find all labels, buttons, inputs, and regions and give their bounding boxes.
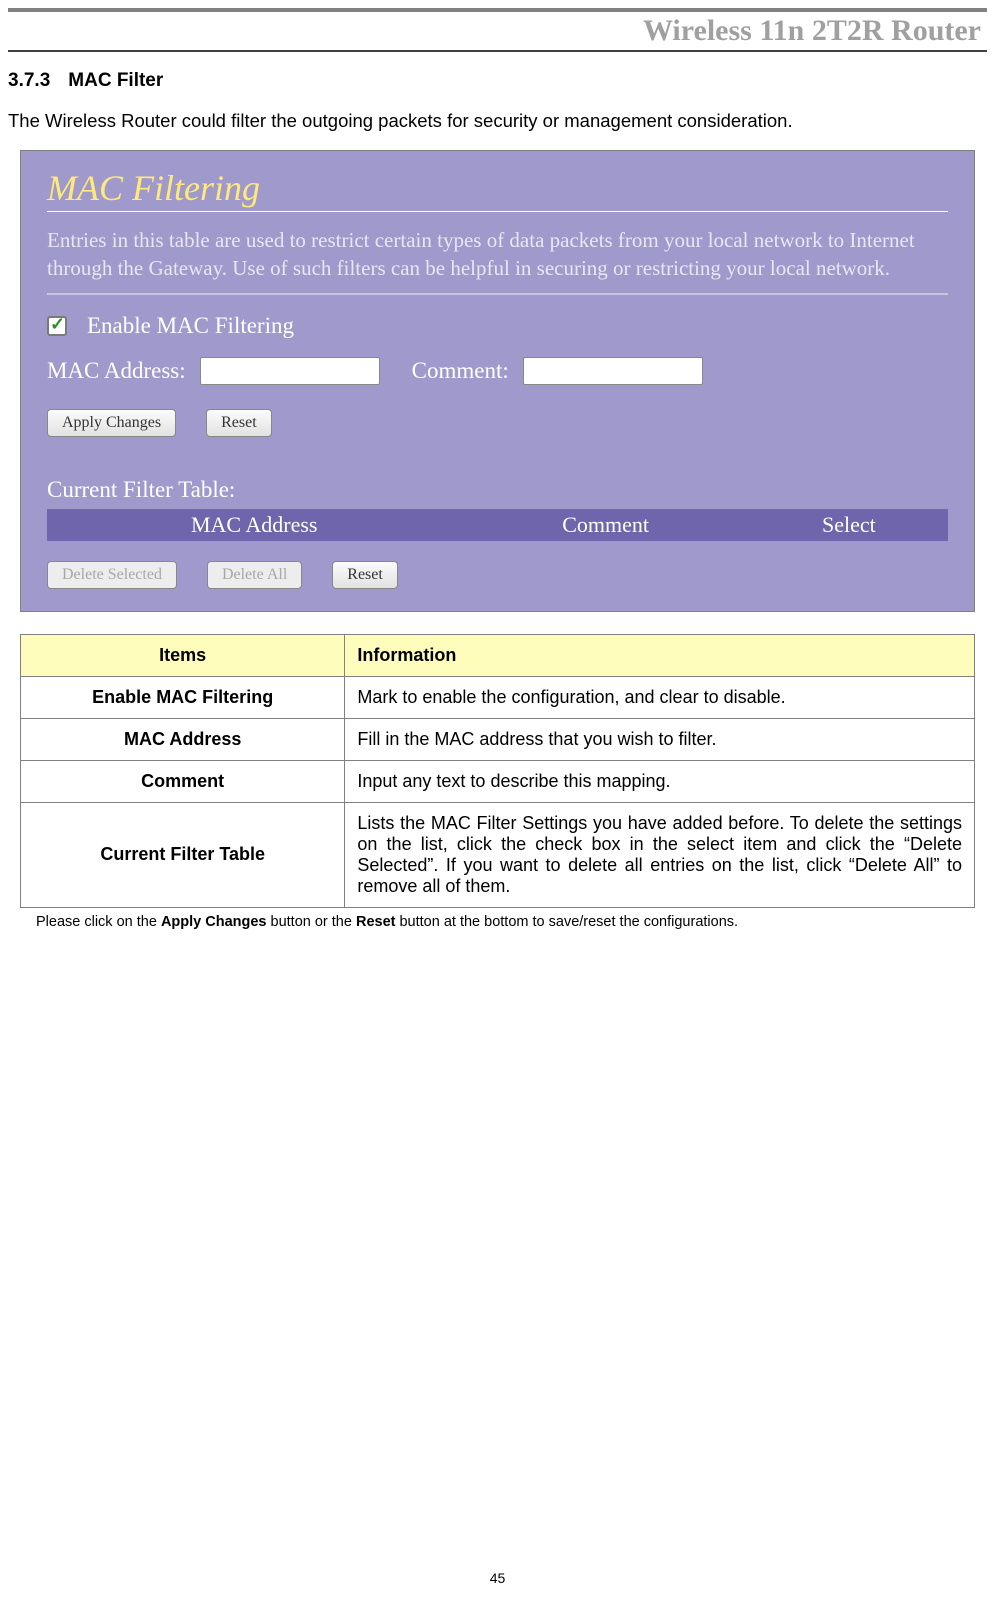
section-title: MAC Filter: [68, 70, 163, 91]
screenshot-title: MAC Filtering: [47, 167, 948, 209]
header-title: Wireless 11n 2T2R Router: [643, 14, 981, 47]
page-header: Wireless 11n 2T2R Router: [8, 8, 987, 52]
enable-mac-filtering-label: Enable MAC Filtering: [87, 313, 294, 339]
table-row: MAC Address Fill in the MAC address that…: [21, 718, 975, 760]
mac-address-label: MAC Address:: [47, 358, 186, 384]
table-header-row: Items Information: [21, 634, 975, 676]
input-row: MAC Address: Comment:: [47, 357, 948, 385]
delete-all-button[interactable]: Delete All: [207, 561, 302, 589]
page-number: 45: [0, 1570, 995, 1586]
mac-address-input[interactable]: [200, 357, 380, 385]
footnote-prefix: Please click on the: [36, 914, 161, 930]
section-number: 3.7.3: [8, 70, 50, 91]
col-mac-address: MAC Address: [47, 512, 461, 538]
item-cell: MAC Address: [21, 718, 345, 760]
table-row: Current Filter Table Lists the MAC Filte…: [21, 802, 975, 907]
current-filter-table-heading: Current Filter Table:: [47, 477, 948, 503]
section-heading: 3.7.3 MAC Filter: [8, 70, 995, 92]
table-row: Enable MAC Filtering Mark to enable the …: [21, 676, 975, 718]
delete-selected-button[interactable]: Delete Selected: [47, 561, 177, 589]
col-comment: Comment: [461, 512, 749, 538]
info-cell: Fill in the MAC address that you wish to…: [345, 718, 975, 760]
screenshot-description: Entries in this table are used to restri…: [47, 226, 948, 283]
button-row-1: Apply Changes Reset: [47, 409, 948, 437]
item-cell: Enable MAC Filtering: [21, 676, 345, 718]
intro-text: The Wireless Router could filter the out…: [8, 110, 987, 132]
reset-button-2[interactable]: Reset: [332, 561, 398, 589]
comment-label: Comment:: [412, 358, 509, 384]
apply-changes-button[interactable]: Apply Changes: [47, 409, 176, 437]
footnote-bold-reset: Reset: [356, 914, 396, 930]
header-information: Information: [345, 634, 975, 676]
info-cell: Lists the MAC Filter Settings you have a…: [345, 802, 975, 907]
info-cell: Input any text to describe this mapping.: [345, 760, 975, 802]
footnote-bold-apply: Apply Changes: [161, 914, 267, 930]
reset-button[interactable]: Reset: [206, 409, 272, 437]
enable-mac-filtering-checkbox[interactable]: [47, 316, 67, 336]
router-config-screenshot: MAC Filtering Entries in this table are …: [20, 150, 975, 612]
footnote: Please click on the Apply Changes button…: [36, 914, 975, 930]
col-select: Select: [750, 512, 948, 538]
enable-row: Enable MAC Filtering: [47, 313, 948, 339]
button-row-2: Delete Selected Delete All Reset: [47, 561, 948, 589]
footnote-mid: button or the: [266, 914, 355, 930]
comment-input[interactable]: [523, 357, 703, 385]
divider: [47, 293, 948, 295]
info-table: Items Information Enable MAC Filtering M…: [20, 634, 975, 908]
table-row: Comment Input any text to describe this …: [21, 760, 975, 802]
item-cell: Comment: [21, 760, 345, 802]
divider: [47, 211, 948, 212]
item-cell: Current Filter Table: [21, 802, 345, 907]
info-cell: Mark to enable the configuration, and cl…: [345, 676, 975, 718]
filter-table-header: MAC Address Comment Select: [47, 509, 948, 541]
footnote-suffix: button at the bottom to save/reset the c…: [395, 914, 738, 930]
header-items: Items: [21, 634, 345, 676]
